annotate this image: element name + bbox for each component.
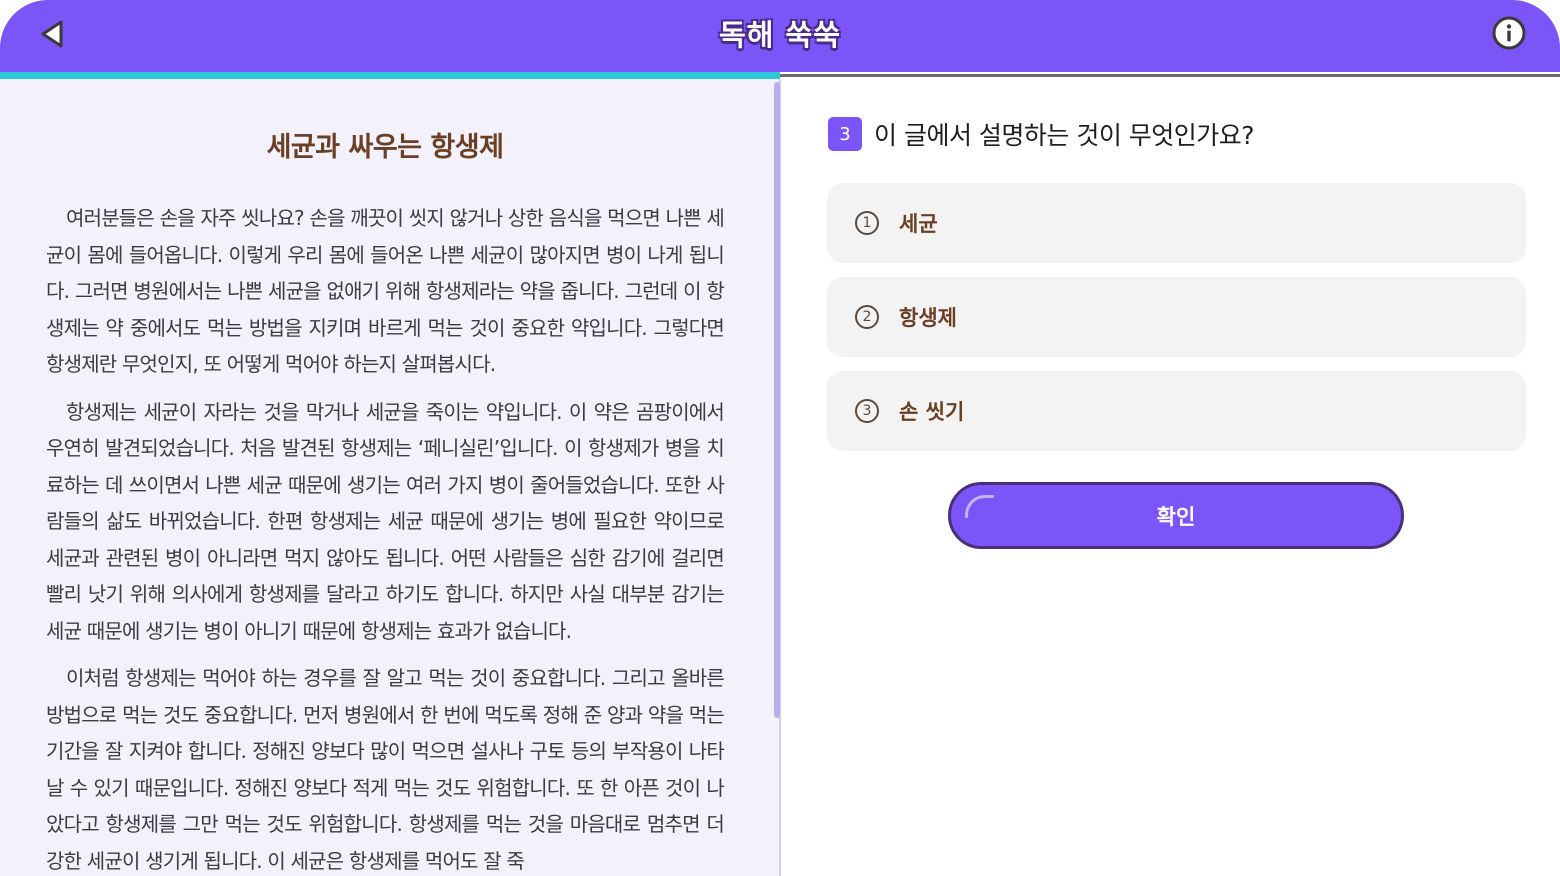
option-label: 항생제	[899, 306, 957, 330]
top-bar: 독해 쑥쑥	[0, 0, 1560, 72]
passage-scrollbar[interactable]	[774, 82, 780, 718]
option-label: 세균	[899, 212, 938, 236]
button-shine-decoration	[965, 495, 994, 518]
option-label: 손 씻기	[899, 400, 965, 424]
question-header: 3 이 글에서 설명하는 것이 무엇인가요?	[828, 116, 1255, 152]
question-text: 이 글에서 설명하는 것이 무엇인가요?	[874, 121, 1255, 150]
progress-bar	[0, 72, 1560, 79]
question-number-badge: 3	[828, 117, 862, 151]
progress-remaining	[780, 74, 1560, 77]
option-number-marker: 2	[855, 305, 879, 329]
confirm-button-label: 확인	[1156, 504, 1196, 529]
passage-panel[interactable]: 세균과 싸우는 항생제 여러분들은 손을 자주 씻나요? 손을 깨끗이 씻지 않…	[0, 79, 781, 876]
answer-option-1[interactable]: 1 세균	[827, 183, 1526, 263]
app-frame: 독해 쑥쑥 세균과 싸우는 항생제 여러분들은 손을 자주 씻나요? 손을 깨끗…	[0, 0, 1560, 876]
info-icon	[1492, 16, 1526, 50]
confirm-button[interactable]: 확인	[948, 482, 1404, 549]
answer-option-3[interactable]: 3 손 씻기	[827, 371, 1526, 451]
info-button[interactable]	[1492, 16, 1526, 50]
passage-paragraph-1: 여러분들은 손을 자주 씻나요? 손을 깨끗이 씻지 않거나 상한 음식을 먹으…	[46, 206, 725, 376]
app-title: 독해 쑥쑥	[719, 18, 841, 52]
passage-body: 여러분들은 손을 자주 씻나요? 손을 깨끗이 씻지 않거나 상한 음식을 먹으…	[46, 200, 725, 876]
option-number-marker: 1	[855, 211, 879, 235]
progress-fill	[0, 72, 780, 79]
passage-paragraph-3: 이처럼 항생제는 먹어야 하는 경우를 잘 알고 먹는 것이 중요합니다. 그리…	[46, 666, 725, 873]
passage-title: 세균과 싸우는 항생제	[266, 132, 504, 163]
answer-option-2[interactable]: 2 항생제	[827, 277, 1526, 357]
option-number-marker: 3	[855, 399, 879, 423]
passage-paragraph-2: 항생제는 세균이 자라는 것을 막거나 세균을 죽이는 약입니다. 이 약은 곰…	[46, 399, 725, 643]
